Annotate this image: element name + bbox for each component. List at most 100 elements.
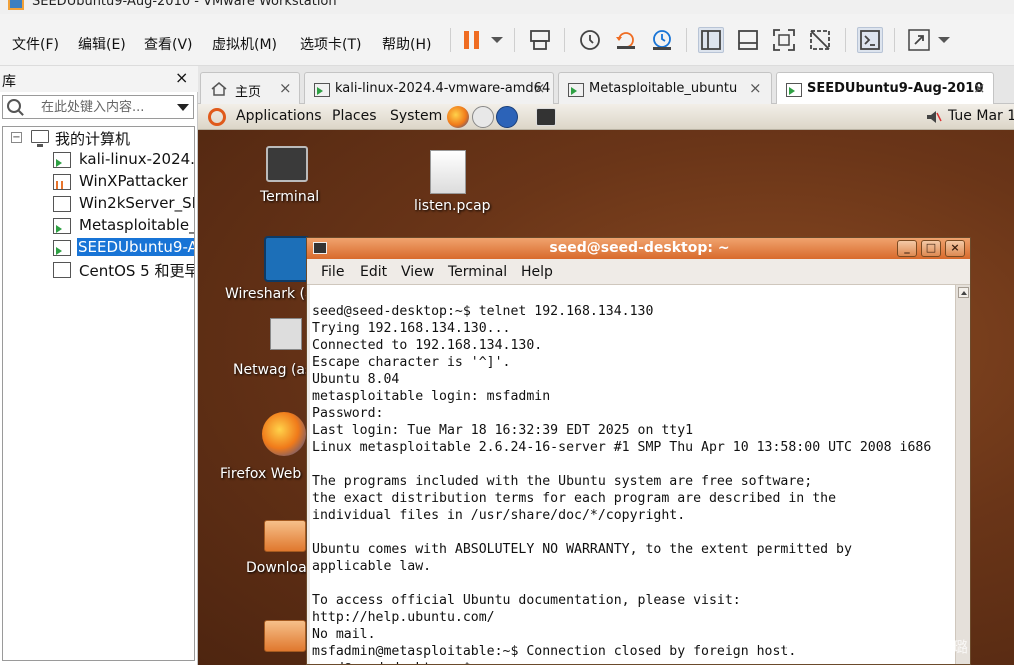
tab-seedubuntu[interactable]: SEEDUbuntu9-Aug-2010 ×	[776, 72, 994, 105]
scroll-up-icon[interactable]	[958, 287, 969, 298]
close-icon[interactable]: ×	[533, 79, 546, 97]
snapshot-manager-icon[interactable]	[649, 27, 675, 53]
tree-item-vm[interactable]: Metasploitable_	[3, 215, 195, 237]
ubuntu-logo-icon	[208, 108, 226, 126]
revert-snapshot-icon[interactable]	[613, 27, 639, 53]
tree-item-vm[interactable]: kali-linux-2024.4	[3, 149, 195, 171]
desktop-icon-firefox[interactable]: Firefox Web B	[218, 410, 315, 482]
menu-file[interactable]: 文件(F)	[12, 34, 59, 54]
search-input[interactable]	[41, 98, 169, 116]
maximize-button[interactable]: □	[921, 240, 941, 257]
desktop-icon-label: Firefox Web B	[220, 466, 316, 482]
library-panel: 库 × − 我的计算机 kali-linux-2024.4 WinXPattac…	[0, 66, 198, 665]
menu-tabs[interactable]: 选项卡(T)	[300, 34, 361, 54]
send-ctrl-alt-del-icon[interactable]	[527, 27, 553, 53]
toolbar-separator	[514, 28, 515, 52]
library-view-icon[interactable]	[698, 27, 724, 53]
collapse-icon[interactable]: −	[11, 132, 22, 143]
snapshot-icon[interactable]	[577, 27, 603, 53]
menu-toolbar: 文件(F) 编辑(E) 查看(V) 虚拟机(M) 选项卡(T) 帮助(H)	[0, 14, 1014, 66]
tree-root-my-computer[interactable]: − 我的计算机	[3, 127, 194, 149]
tab-home[interactable]: 主页 ×	[200, 72, 300, 104]
stretch-icon[interactable]	[906, 27, 932, 53]
chevron-down-icon[interactable]	[177, 104, 189, 111]
vmware-logo-icon	[8, 0, 24, 10]
tree-item-label: Metasploitable_	[79, 216, 195, 234]
tree-item-label: kali-linux-2024.4	[79, 150, 195, 168]
desktop-icon-terminal[interactable]: Terminal	[248, 144, 328, 214]
toolbar-separator	[450, 28, 451, 52]
tree-item-label: SEEDUbuntu9-A	[77, 238, 194, 256]
document-icon	[430, 150, 466, 194]
menu-edit[interactable]: 编辑(E)	[78, 34, 126, 54]
toolbar-separator	[845, 28, 846, 52]
tree-root-label: 我的计算机	[55, 130, 131, 148]
firefox-icon[interactable]	[447, 106, 469, 128]
desktop-icon-label: Netwag (as	[233, 362, 313, 378]
gnome-top-panel: Applications Places System Tue Mar 18	[198, 104, 1014, 130]
terminal-menu-edit[interactable]: Edit	[360, 264, 387, 280]
tab-label: SEEDUbuntu9-Aug-2010	[807, 81, 984, 96]
netwag-icon	[270, 318, 302, 350]
close-icon[interactable]: ×	[749, 79, 762, 97]
desktop-icon-listen-pcap[interactable]: listen.pcap	[406, 148, 496, 223]
library-title: 库	[2, 74, 16, 90]
terminal-title-bar[interactable]: seed@seed-desktop: ~ _ □ ×	[307, 238, 970, 259]
terminal-icon[interactable]	[857, 27, 883, 53]
tree-item-label: Win2kServer_SP	[79, 194, 195, 212]
desktop-icon-netwag[interactable]: Netwag (as	[228, 316, 312, 386]
tree-item-vm[interactable]: WinXPattacker	[3, 171, 194, 193]
tree-item-label: WinXPattacker	[79, 172, 188, 190]
desktop-icon-label: Wireshark (a	[225, 286, 314, 302]
menu-applications[interactable]: Applications	[236, 108, 322, 124]
vm-off-icon	[53, 196, 71, 212]
desktop-icon-folder[interactable]	[264, 618, 308, 654]
toolbar-separator	[686, 28, 687, 52]
unity-icon[interactable]	[807, 27, 833, 53]
tree-item-vm[interactable]: CentOS 5 和更早	[3, 259, 194, 281]
tab-metasploitable[interactable]: Metasploitable_ubuntu ×	[558, 72, 772, 104]
terminal-window[interactable]: seed@seed-desktop: ~ _ □ × File Edit Vie…	[306, 237, 971, 665]
menu-vm[interactable]: 虚拟机(M)	[212, 34, 277, 54]
mail-icon[interactable]	[472, 106, 494, 128]
terminal-title: seed@seed-desktop: ~	[549, 240, 730, 256]
menu-help[interactable]: 帮助(H)	[382, 34, 431, 54]
terminal-scrollbar[interactable]	[955, 285, 970, 664]
panel-clock[interactable]: Tue Mar 18	[948, 108, 1014, 124]
terminal-launcher-icon[interactable]	[536, 108, 556, 126]
terminal-output-area[interactable]: seed@seed-desktop:~$ telnet 192.168.134.…	[310, 285, 955, 664]
pause-icon[interactable]	[459, 27, 485, 53]
vm-tabs: 主页 × kali-linux-2024.4-vmware-amd64 × Me…	[198, 66, 1014, 105]
close-icon[interactable]: ×	[279, 79, 292, 97]
help-icon[interactable]	[496, 106, 518, 128]
folder-icon	[264, 520, 306, 552]
terminal-menu-view[interactable]: View	[401, 264, 434, 280]
menu-places[interactable]: Places	[332, 108, 377, 124]
desktop-icon-label: Terminal	[260, 189, 320, 205]
terminal-menu-terminal[interactable]: Terminal	[448, 264, 507, 280]
console-view-icon[interactable]	[735, 27, 761, 53]
menu-system[interactable]: System	[390, 108, 442, 124]
close-icon[interactable]: ×	[973, 79, 986, 97]
toolbar-separator	[564, 28, 565, 52]
watermark: CSDN @20241904刘婉璐	[784, 638, 968, 656]
volume-icon[interactable]	[926, 110, 942, 124]
fullscreen-icon[interactable]	[771, 27, 797, 53]
terminal-menu-help[interactable]: Help	[521, 264, 553, 280]
close-icon[interactable]: ×	[175, 68, 188, 87]
tab-kali[interactable]: kali-linux-2024.4-vmware-amd64 ×	[304, 72, 554, 104]
menu-view[interactable]: 查看(V)	[144, 34, 193, 54]
close-button[interactable]: ×	[945, 240, 965, 257]
minimize-button[interactable]: _	[897, 240, 917, 257]
dropdown-icon[interactable]	[933, 27, 959, 53]
vm-running-icon	[786, 83, 802, 97]
desktop-icon-wireshark[interactable]: Wireshark (a	[224, 234, 314, 304]
desktop-icon-downloads[interactable]: Download	[228, 516, 316, 586]
terminal-menu-file[interactable]: File	[321, 264, 344, 280]
vm-off-icon	[53, 262, 71, 278]
dropdown-icon[interactable]	[486, 27, 512, 53]
tree-item-vm[interactable]: Win2kServer_SP	[3, 193, 195, 215]
tree-item-vm-selected[interactable]: SEEDUbuntu9-A	[3, 237, 194, 259]
vmware-workstation-window: SEEDUbuntu9-Aug-2010 - VMware Workstatio…	[0, 0, 1014, 665]
vm-running-icon	[314, 83, 330, 97]
